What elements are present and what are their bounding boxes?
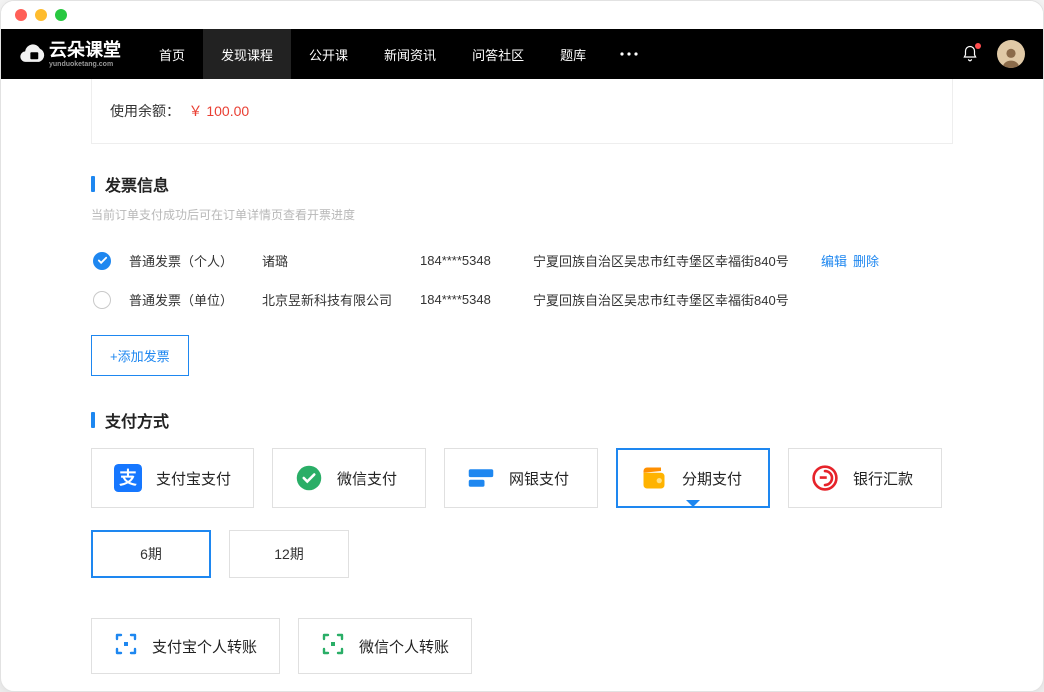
invoice-row: 普通发票（单位） 北京昱新科技有限公司 184****5348 宁夏回族自治区吴忠市红… [91, 280, 953, 319]
transfer-alipay-transfer[interactable]: 支付宝个人转账 [91, 618, 280, 674]
window-close[interactable] [15, 9, 27, 21]
pay-method-unionpay[interactable]: 网银支付 [444, 448, 598, 508]
invoice-phone: 184****5348 [420, 253, 515, 268]
transfer-wechat-transfer[interactable]: 微信个人转账 [298, 618, 472, 674]
invoice-type: 普通发票（单位） [129, 290, 244, 309]
invoice-delete-link[interactable]: 删除 [853, 254, 879, 269]
nav-item-2[interactable]: 公开课 [291, 29, 366, 79]
invoice-address: 宁夏回族自治区吴忠市红寺堡区幸福街840号 [533, 251, 793, 270]
brand-domain: yunduoketang.com [49, 61, 121, 68]
payment-section-title: 支付方式 [91, 408, 953, 432]
invoice-radio[interactable] [93, 252, 111, 270]
nav-more[interactable] [604, 52, 654, 56]
window-titlebar [1, 1, 1043, 29]
pay-method-label: 支付宝支付 [156, 468, 231, 489]
user-avatar[interactable] [997, 40, 1025, 68]
wechat-transfer-icon [321, 632, 345, 660]
top-nav: 云朵课堂 yunduoketang.com 首页发现课程公开课新闻资讯问答社区题… [1, 29, 1043, 79]
invoice-row: 普通发票（个人） 诸璐 184****5348 宁夏回族自治区吴忠市红寺堡区幸福街84… [91, 241, 953, 280]
svg-text:支: 支 [118, 468, 137, 488]
pay-method-label: 网银支付 [509, 468, 569, 489]
pay-method-label: 分期支付 [682, 468, 742, 489]
invoice-type: 普通发票（个人） [129, 251, 244, 270]
pay-method-label: 银行汇款 [853, 468, 913, 489]
transfer-label: 微信个人转账 [359, 636, 449, 657]
nav-item-0[interactable]: 首页 [141, 29, 203, 79]
invoice-name: 诸璐 [262, 251, 402, 270]
invoice-name: 北京昱新科技有限公司 [262, 290, 402, 309]
invoice-section-title: 发票信息 [91, 172, 953, 196]
installment-term[interactable]: 6期 [91, 530, 211, 578]
unionpay-icon [467, 464, 495, 492]
alipay-transfer-icon [114, 632, 138, 660]
notification-bell-icon[interactable] [961, 45, 979, 63]
installment-term[interactable]: 12期 [229, 530, 349, 578]
nav-item-5[interactable]: 题库 [542, 29, 604, 79]
add-invoice-button[interactable]: +添加发票 [91, 335, 189, 376]
wechat-icon [295, 464, 323, 492]
invoice-address: 宁夏回族自治区吴忠市红寺堡区幸福街840号 [533, 290, 793, 309]
window-zoom[interactable] [55, 9, 67, 21]
pay-method-label: 微信支付 [337, 468, 397, 489]
window-minimize[interactable] [35, 9, 47, 21]
installment-icon [640, 464, 668, 492]
transfer-label: 支付宝个人转账 [152, 636, 257, 657]
alipay-icon: 支 [114, 464, 142, 492]
pay-method-bank[interactable]: 银行汇款 [788, 448, 942, 508]
app-window: 云朵课堂 yunduoketang.com 首页发现课程公开课新闻资讯问答社区题… [0, 0, 1044, 692]
invoice-edit-link[interactable]: 编辑 [821, 254, 847, 269]
balance-box: 使用余额： ￥ 100.00 [91, 79, 953, 144]
nav-item-1[interactable]: 发现课程 [203, 29, 291, 79]
page-content: 使用余额： ￥ 100.00 发票信息 当前订单支付成功后可在订单详情页查看开票… [1, 79, 1043, 691]
brand-name: 云朵课堂 [49, 41, 121, 59]
cloud-logo-icon [19, 40, 47, 68]
brand-logo[interactable]: 云朵课堂 yunduoketang.com [19, 40, 121, 68]
nav-item-3[interactable]: 新闻资讯 [366, 29, 454, 79]
balance-label: 使用余额： [110, 103, 180, 119]
bank-icon [811, 464, 839, 492]
invoice-phone: 184****5348 [420, 292, 515, 307]
invoice-section-subtitle: 当前订单支付成功后可在订单详情页查看开票进度 [91, 206, 953, 223]
notification-dot [975, 43, 981, 49]
pay-method-alipay[interactable]: 支支付宝支付 [91, 448, 254, 508]
invoice-actions: 编辑删除 [821, 251, 885, 270]
balance-amount: ￥ 100.00 [188, 103, 249, 119]
nav-item-4[interactable]: 问答社区 [454, 29, 542, 79]
invoice-radio[interactable] [93, 291, 111, 309]
pay-method-installment[interactable]: 分期支付 [616, 448, 770, 508]
pay-method-wechat[interactable]: 微信支付 [272, 448, 426, 508]
